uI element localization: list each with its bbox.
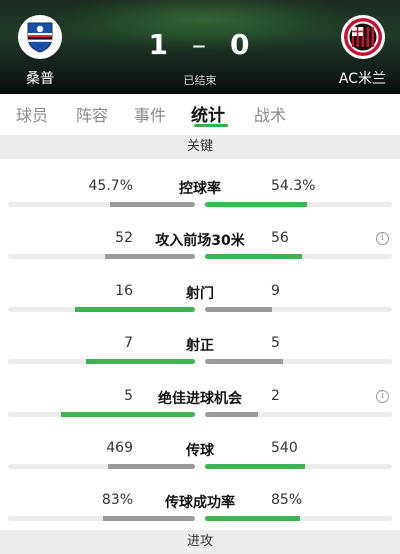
stat-home-value: 7 [124, 335, 133, 351]
stat-home-bar-track [8, 516, 195, 521]
stat-away-value: 5 [271, 335, 280, 351]
stat-home-bar [61, 412, 195, 417]
stat-home-bar [102, 516, 195, 521]
stat-label: 传球成功率 [165, 495, 235, 511]
stat-home-value: 83% [101, 492, 133, 508]
stat-home-value: 16 [115, 283, 133, 299]
match-header: 桑普 AC米兰 1–0 已结束 [0, 0, 400, 94]
stat-home-bar-track [8, 464, 195, 469]
stat-away-value: 540 [271, 440, 298, 456]
section-header-key: 关键 [0, 135, 400, 159]
stat-row: 绝佳进球机会 5 2 i [0, 382, 400, 434]
stat-away-bar [205, 412, 259, 417]
tab-tactics[interactable]: 战术 [254, 102, 286, 126]
stat-label: 攻入前场30米 [155, 233, 245, 249]
score: 1–0 [0, 28, 400, 61]
stat-away-value: 9 [271, 283, 280, 299]
stat-home-value: 52 [115, 230, 133, 246]
stat-home-bar-track [8, 359, 195, 364]
stat-home-bar [85, 359, 195, 364]
stat-row: 控球率 45.7% 54.3% [0, 172, 400, 224]
stat-row: 射门 16 9 [0, 277, 400, 329]
stat-label: 射门 [186, 286, 214, 302]
stat-label: 绝佳进球机会 [158, 391, 242, 407]
stat-away-bar [205, 516, 300, 521]
match-status: 已结束 [183, 74, 217, 87]
away-score: 0 [230, 28, 252, 61]
stat-label: 控球率 [179, 181, 221, 197]
stat-away-value: 54.3% [271, 178, 316, 194]
stat-away-bar [205, 254, 303, 259]
stat-away-bar-track [205, 254, 392, 259]
stat-home-bar [109, 202, 195, 207]
info-icon[interactable]: i [376, 232, 389, 245]
stat-label: 传球 [186, 443, 214, 459]
stat-away-bar-track [205, 412, 392, 417]
tab-players[interactable]: 球员 [16, 102, 48, 126]
stat-away-bar-track [205, 359, 392, 364]
stat-row: 传球 469 540 [0, 434, 400, 486]
tab-stats[interactable]: 统计 [191, 101, 225, 126]
stat-home-value: 5 [124, 388, 133, 404]
stat-away-bar-track [205, 202, 392, 207]
stat-home-bar-track [8, 254, 195, 259]
stat-home-bar [75, 307, 195, 312]
score-separator: – [192, 28, 208, 61]
tab-lineup[interactable]: 阵容 [76, 102, 108, 126]
stat-row: 攻入前场30米 52 56 i [0, 224, 400, 276]
stat-label: 射正 [186, 338, 214, 354]
stat-home-bar [105, 254, 195, 259]
stat-away-value: 56 [271, 230, 289, 246]
stat-home-bar [108, 464, 195, 469]
stat-away-bar [205, 359, 283, 364]
stat-away-value: 85% [271, 492, 303, 508]
stat-home-value: 469 [106, 440, 133, 456]
tab-events[interactable]: 事件 [134, 102, 166, 126]
stat-home-bar-track [8, 307, 195, 312]
stat-home-bar-track [8, 412, 195, 417]
stat-row: 射正 7 5 [0, 329, 400, 381]
active-tab-indicator [194, 124, 228, 127]
home-score: 1 [148, 28, 170, 61]
section-header-attack: 进攻 [0, 530, 400, 554]
tab-bar: 球员 阵容 事件 统计 战术 [0, 94, 400, 134]
stat-away-bar [205, 464, 306, 469]
stat-away-bar [205, 307, 273, 312]
stat-away-value: 2 [271, 388, 280, 404]
stat-away-bar-track [205, 464, 392, 469]
info-icon[interactable]: i [376, 390, 389, 403]
stat-away-bar [205, 202, 307, 207]
stat-away-bar-track [205, 307, 392, 312]
stat-home-bar-track [8, 202, 195, 207]
stat-home-value: 45.7% [88, 178, 133, 194]
stat-away-bar-track [205, 516, 392, 521]
